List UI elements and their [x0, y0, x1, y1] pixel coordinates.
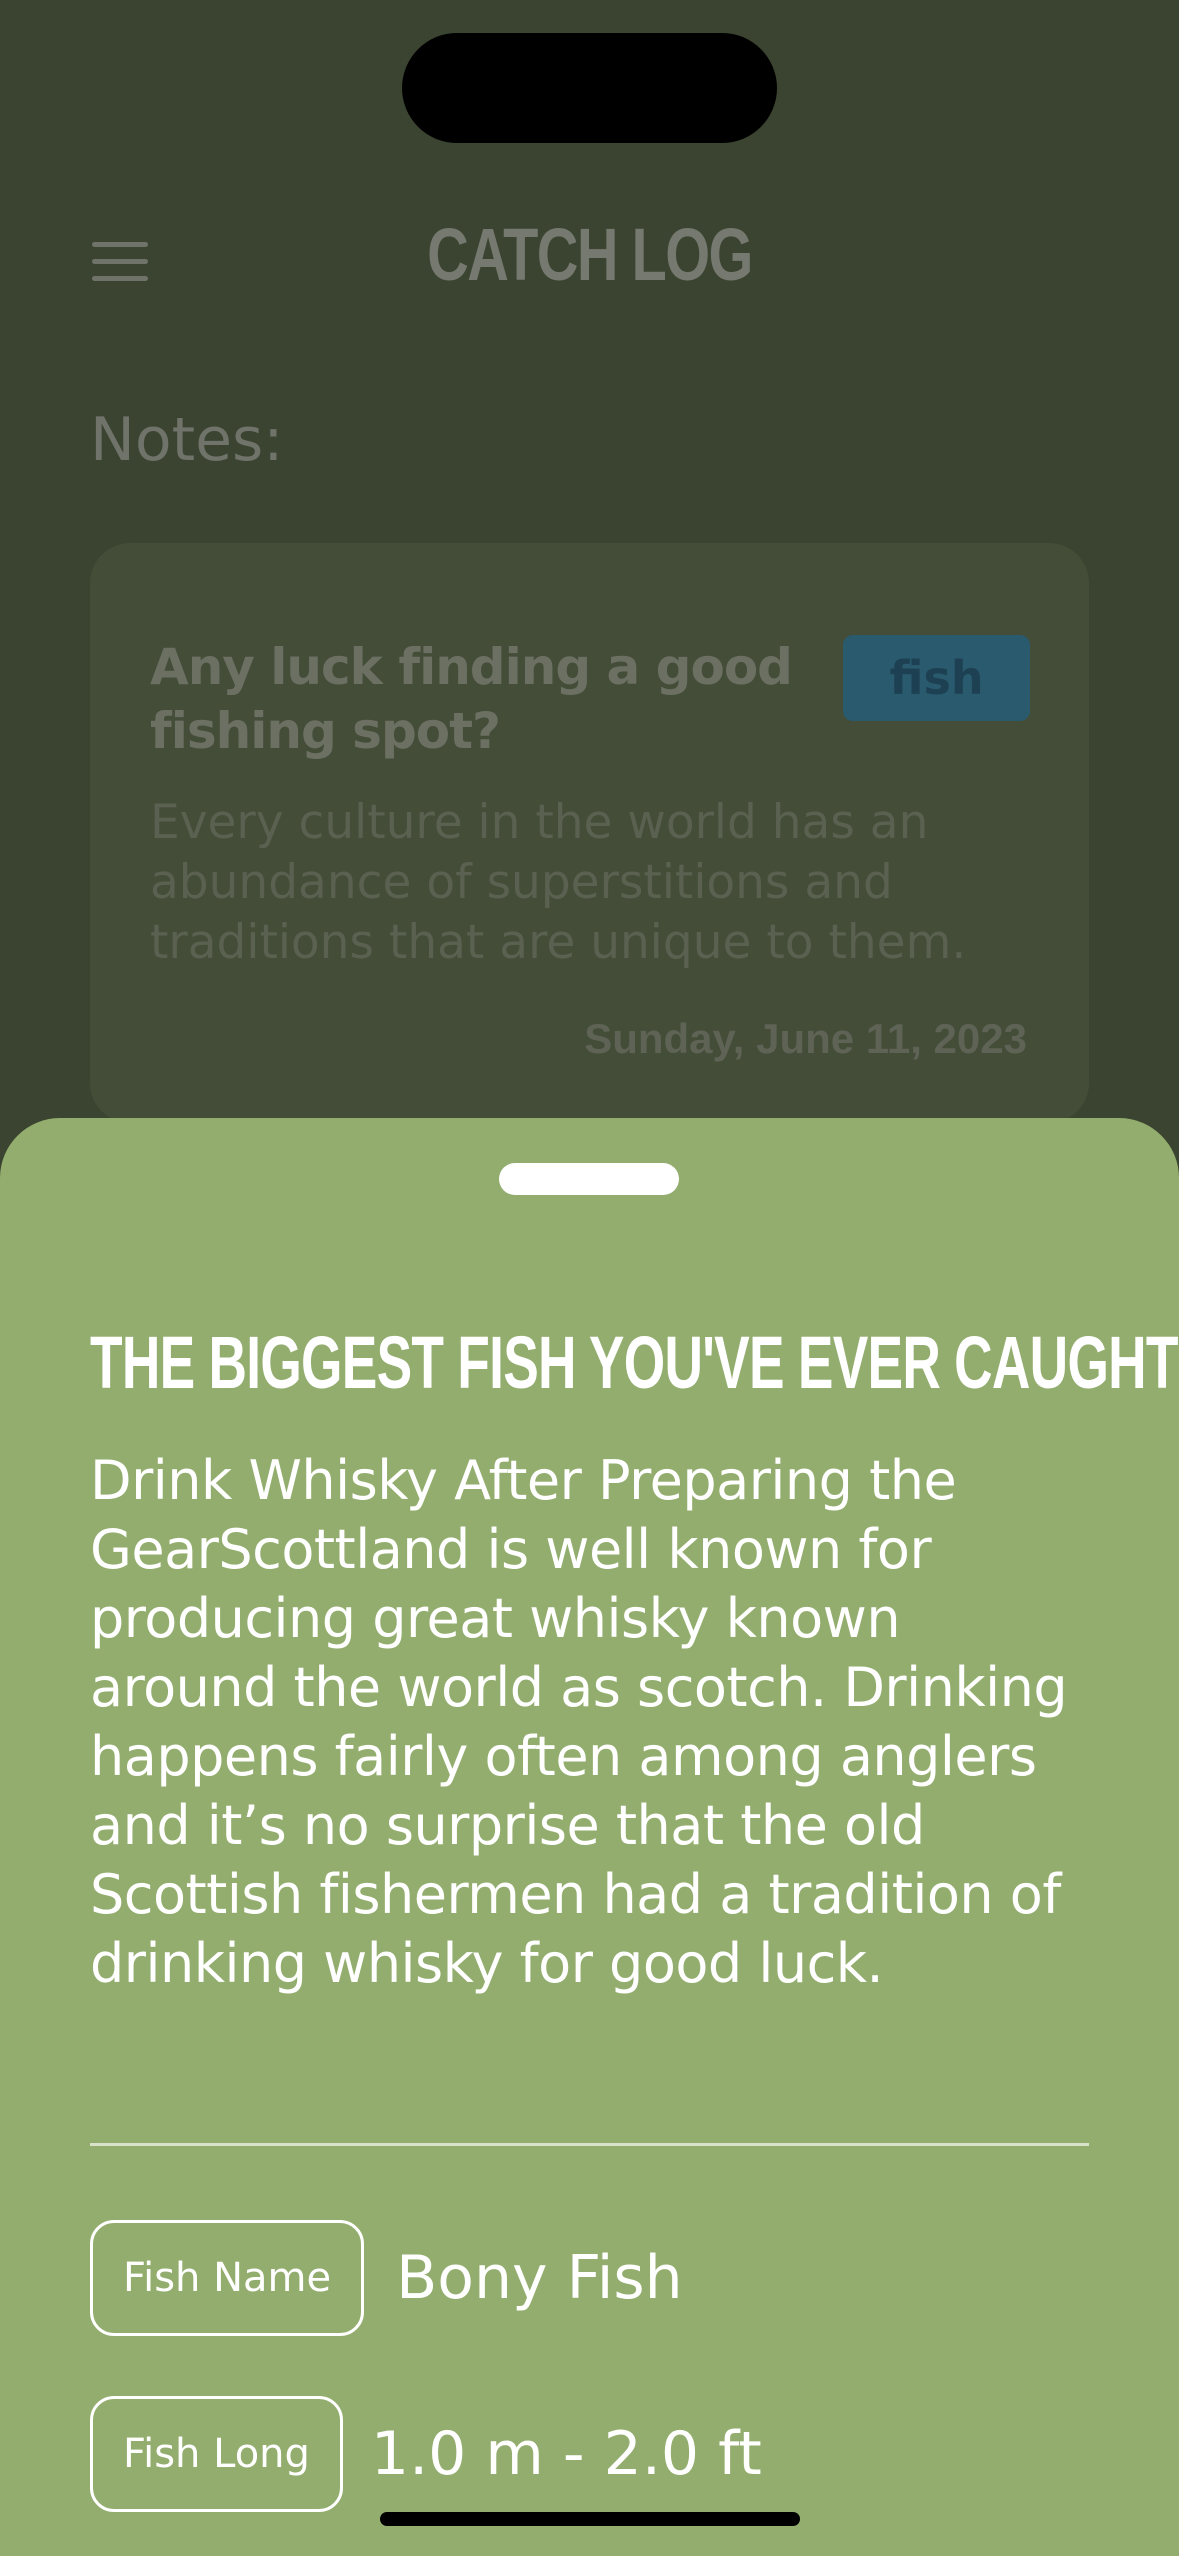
note-date: Sunday, June 11, 2023	[584, 1015, 1027, 1062]
dynamic-island	[402, 33, 777, 143]
note-tag-badge: fish	[843, 635, 1030, 721]
sheet-body-text: Drink Whisky After Preparing the GearSco…	[90, 1449, 1068, 1995]
note-card[interactable]: Any luck finding a good fishing spot? fi…	[90, 543, 1089, 1123]
home-indicator[interactable]	[380, 2512, 800, 2526]
divider	[90, 2143, 1089, 2146]
fish-name-label-chip: Fish Name	[90, 2220, 365, 2336]
sheet-grabber-handle[interactable]	[499, 1163, 679, 1195]
field-row-fish-name: Fish Name Bony Fish	[90, 2220, 683, 2336]
page-title: CATCH LOG	[427, 213, 753, 296]
fish-long-value: 1.0 m - 2.0 ft	[370, 2419, 762, 2489]
note-title: Any luck finding a good fishing spot?	[150, 638, 793, 760]
notes-heading: Notes:	[90, 405, 284, 475]
fish-name-value: Bony Fish	[396, 2243, 683, 2313]
field-row-fish-long: Fish Long 1.0 m - 2.0 ft	[90, 2396, 762, 2512]
sheet-title: THE BIGGEST FISH YOU'VE EVER CAUGHT	[90, 1321, 1178, 1404]
bottom-sheet: THE BIGGEST FISH YOU'VE EVER CAUGHT Drin…	[0, 1118, 1179, 2556]
fish-long-label-chip: Fish Long	[90, 2396, 343, 2512]
note-excerpt: Every culture in the world has an abunda…	[150, 795, 967, 970]
